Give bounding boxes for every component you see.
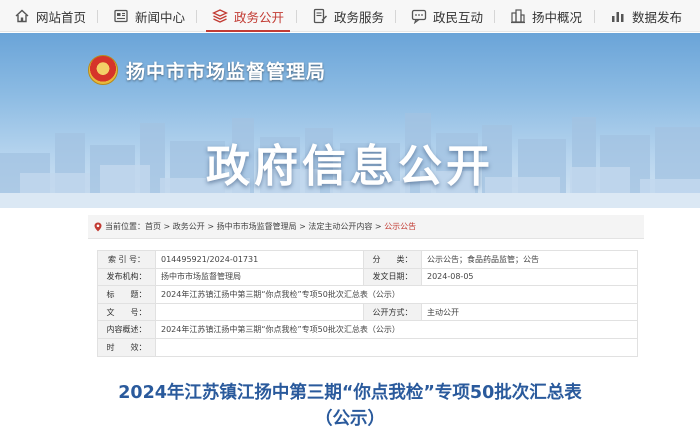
breadcrumb-link-gov-affairs[interactable]: 政务公开 [173, 221, 205, 232]
nav-divider [196, 10, 197, 23]
title-value: 2024年江苏镇江扬中第三期“你点我检”专项50批次汇总表（公示） [155, 285, 638, 304]
nav-label: 政民互动 [433, 9, 484, 25]
date-label: 发文日期： [363, 267, 422, 287]
nav-label: 政务服务 [334, 9, 385, 25]
method-value: 主动公开 [421, 302, 638, 322]
breadcrumb-separator: > [204, 222, 217, 231]
validity-value [155, 337, 638, 357]
info-row: 标 题： 2024年江苏镇江扬中第三期“你点我检”专项50批次汇总表（公示） [97, 285, 638, 304]
breadcrumb-separator: > [296, 222, 309, 231]
document-title: 2024年江苏镇江扬中第三期“你点我检”专项50批次汇总表 （公示） [0, 380, 700, 432]
index-label: 索 引 号： [97, 250, 156, 269]
publisher-label: 发布机构： [97, 267, 156, 287]
breadcrumb-prefix: 当前位置： [105, 222, 145, 231]
title-label: 标 题： [97, 285, 156, 304]
nav-item-news[interactable]: 新闻中心 [113, 0, 185, 32]
breadcrumb-separator: > [372, 222, 385, 231]
method-label: 公开方式： [363, 302, 422, 322]
nav-label: 网站首页 [36, 9, 87, 25]
breadcrumb-current[interactable]: 公示公告 [384, 221, 416, 232]
nav-label: 新闻中心 [135, 9, 186, 25]
category-label: 分 类： [363, 250, 422, 269]
category-value: 公示公告；食品药品监管；公告 [421, 250, 638, 269]
nav-divider [97, 10, 98, 23]
nav-item-gov-affairs[interactable]: 政务公开 [205, 0, 291, 32]
nav-divider [296, 10, 297, 23]
service-icon [312, 8, 328, 24]
info-row: 内容概述： 2024年江苏镇江扬中第三期“你点我检”专项50批次汇总表（公示） [97, 320, 638, 339]
docno-value [155, 302, 364, 322]
publisher-value: 扬中市市场监督管理局 [155, 267, 364, 287]
info-row: 时 效： [97, 337, 638, 357]
building-icon [510, 8, 526, 24]
summary-value: 2024年江苏镇江扬中第三期“你点我检”专项50批次汇总表（公示） [155, 320, 638, 339]
nav-item-overview[interactable]: 扬中概况 [510, 0, 582, 32]
docno-label: 文 号： [97, 302, 156, 322]
summary-label: 内容概述： [97, 320, 156, 339]
nav-label: 数据发布 [632, 9, 683, 25]
chat-icon [411, 8, 427, 25]
news-icon [113, 8, 129, 24]
nav-divider [494, 10, 495, 23]
nav-label: 政务公开 [234, 9, 285, 25]
national-emblem-logo [88, 55, 118, 85]
document-info-table: 索 引 号： 014495921/2024-01731 分 类： 公示公告；食品… [97, 250, 638, 357]
header-banner: 扬中市市场监督管理局 政府信息公开 [0, 33, 700, 208]
breadcrumb-link-home[interactable]: 首页 [145, 221, 161, 232]
top-nav: 网站首页 新闻中心 政务公开 政务服务 政民互动 扬中概况 数据发布 [0, 0, 700, 32]
bar-chart-icon [610, 8, 626, 24]
org-name: 扬中市市场监督管理局 [126, 61, 327, 83]
info-row: 发布机构： 扬中市市场监督管理局 发文日期： 2024-08-05 [97, 267, 638, 287]
breadcrumb-separator: > [161, 222, 173, 231]
layers-icon [211, 8, 229, 24]
nav-item-service[interactable]: 政务服务 [312, 0, 384, 32]
nav-label: 扬中概况 [532, 9, 583, 25]
nav-item-interaction[interactable]: 政民互动 [411, 0, 483, 32]
index-value: 014495921/2024-01731 [155, 250, 364, 269]
nav-item-home[interactable]: 网站首页 [14, 0, 86, 32]
date-value: 2024-08-05 [421, 267, 638, 287]
info-row: 索 引 号： 014495921/2024-01731 分 类： 公示公告；食品… [97, 250, 638, 269]
home-icon [14, 8, 30, 24]
nav-divider [395, 10, 396, 23]
document-title-line: 2024年江苏镇江扬中第三期“你点我检”专项50批次汇总表 [118, 383, 582, 403]
document-title-line: （公示） [315, 409, 385, 429]
info-row: 文 号： 公开方式： 主动公开 [97, 302, 638, 322]
banner-title: 政府信息公开 [206, 141, 494, 192]
nav-divider [594, 10, 595, 23]
location-pin-icon [94, 222, 102, 232]
nav-item-data[interactable]: 数据发布 [610, 0, 682, 32]
validity-label: 时 效： [97, 337, 156, 357]
breadcrumb-link-statutory[interactable]: 法定主动公开内容 [308, 221, 372, 232]
breadcrumb: 当前位置： 首页 > 政务公开 > 扬中市市场监督管理局 > 法定主动公开内容 … [88, 215, 644, 239]
breadcrumb-link-bureau[interactable]: 扬中市市场监督管理局 [217, 221, 297, 232]
